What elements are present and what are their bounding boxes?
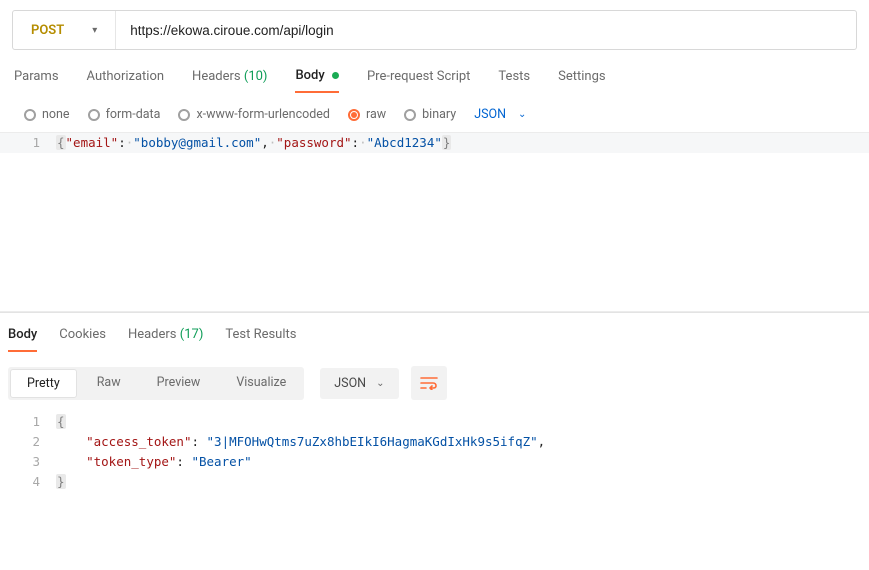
body-type-raw-label: raw: [366, 107, 386, 122]
body-language-label: JSON: [474, 107, 506, 122]
tab-headers-count: (10): [244, 69, 268, 84]
view-preview[interactable]: Preview: [139, 367, 219, 400]
response-line: {: [56, 412, 66, 432]
request-tabs: Params Authorization Headers (10) Body P…: [0, 50, 869, 93]
chevron-down-icon: ⌄: [518, 109, 526, 120]
body-type-form-data-label: form-data: [106, 107, 161, 122]
radio-checked-icon: [348, 109, 360, 121]
response-body-viewer[interactable]: 1 { 2 "access_token": "3|MFOHwQtms7uZx8h…: [0, 412, 869, 502]
body-type-binary-label: binary: [422, 107, 456, 122]
request-body-code: {"email":·"bobby@gmail.com",·"password":…: [56, 133, 451, 153]
response-tab-headers-label: Headers: [128, 327, 177, 342]
view-visualize[interactable]: Visualize: [218, 367, 304, 400]
http-method-select[interactable]: POST ▾: [13, 11, 116, 49]
body-type-raw[interactable]: raw: [348, 107, 386, 122]
tab-headers-label: Headers: [192, 69, 241, 84]
body-type-binary[interactable]: binary: [404, 107, 456, 122]
response-tab-body[interactable]: Body: [8, 327, 37, 352]
radio-icon: [88, 109, 100, 121]
response-tabs: Body Cookies Headers (17) Test Results: [0, 313, 869, 352]
tab-authorization[interactable]: Authorization: [87, 69, 165, 92]
tab-settings[interactable]: Settings: [558, 69, 605, 92]
radio-icon: [178, 109, 190, 121]
body-type-none-label: none: [42, 107, 70, 122]
response-line: "access_token": "3|MFOHwQtms7uZx8hbEIkI6…: [56, 432, 545, 452]
chevron-down-icon: ⌄: [376, 378, 384, 389]
response-language-select[interactable]: JSON ⌄: [320, 368, 398, 399]
tab-body[interactable]: Body: [295, 68, 339, 93]
wrap-lines-button[interactable]: [411, 366, 447, 400]
body-type-selector: none form-data x-www-form-urlencoded raw…: [0, 93, 869, 132]
tab-params[interactable]: Params: [14, 69, 59, 92]
tab-tests[interactable]: Tests: [498, 69, 530, 92]
body-type-urlencoded-label: x-www-form-urlencoded: [196, 107, 330, 122]
tab-headers[interactable]: Headers (10): [192, 69, 267, 92]
request-body-editor[interactable]: 1 {"email":·"bobby@gmail.com",·"password…: [0, 132, 869, 312]
line-number: 1: [0, 133, 56, 153]
response-tab-headers[interactable]: Headers (17): [128, 327, 203, 352]
body-type-urlencoded[interactable]: x-www-form-urlencoded: [178, 107, 330, 122]
response-format-controls: Pretty Raw Preview Visualize JSON ⌄: [0, 352, 869, 412]
response-line: }: [56, 472, 66, 492]
tab-body-label: Body: [295, 68, 324, 83]
line-number: 4: [0, 472, 56, 492]
wrap-icon: [420, 376, 438, 390]
radio-icon: [404, 109, 416, 121]
response-line: "token_type": "Bearer": [56, 452, 252, 472]
body-type-form-data[interactable]: form-data: [88, 107, 161, 122]
chevron-down-icon: ▾: [92, 25, 97, 36]
http-method-label: POST: [31, 23, 64, 38]
response-tab-headers-count: (17): [180, 327, 204, 342]
response-language-label: JSON: [334, 376, 366, 391]
body-language-select[interactable]: JSON ⌄: [474, 107, 526, 122]
view-raw[interactable]: Raw: [79, 367, 139, 400]
body-type-none[interactable]: none: [24, 107, 70, 122]
line-number: 1: [0, 412, 56, 432]
request-url-bar: POST ▾: [12, 10, 857, 50]
response-tab-cookies[interactable]: Cookies: [59, 327, 106, 352]
radio-icon: [24, 109, 36, 121]
line-number: 3: [0, 452, 56, 472]
tab-prerequest-script[interactable]: Pre-request Script: [367, 69, 470, 92]
view-pretty[interactable]: Pretty: [10, 369, 77, 398]
body-modified-indicator-icon: [332, 72, 339, 79]
response-view-mode: Pretty Raw Preview Visualize: [8, 367, 304, 400]
request-url-input[interactable]: [116, 11, 856, 49]
response-tab-test-results[interactable]: Test Results: [225, 327, 296, 352]
line-number: 2: [0, 432, 56, 452]
